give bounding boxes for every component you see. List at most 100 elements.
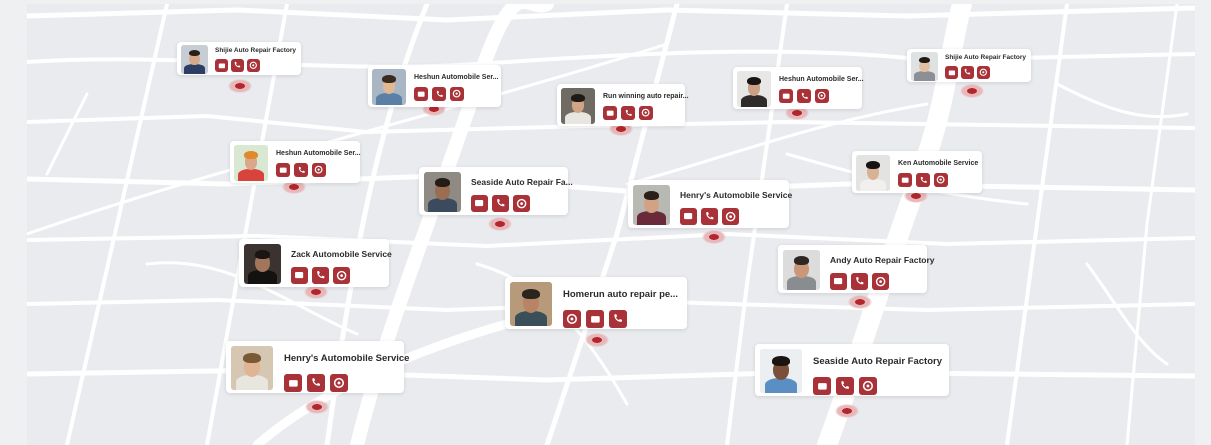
chat-button[interactable]	[247, 59, 260, 72]
listing-actions	[830, 273, 935, 290]
message-button[interactable]	[898, 173, 912, 187]
avatar	[424, 172, 461, 212]
chat-button[interactable]	[815, 89, 829, 103]
listing-info: Seaside Auto Repair Factory	[813, 349, 942, 395]
chat-icon	[513, 195, 530, 212]
message-icon	[830, 273, 847, 290]
phone-button[interactable]	[621, 106, 635, 120]
message-button[interactable]	[586, 310, 604, 328]
message-button[interactable]	[603, 106, 617, 120]
chat-button[interactable]	[859, 377, 877, 395]
phone-button[interactable]	[961, 66, 974, 79]
chat-button[interactable]	[639, 106, 653, 120]
listing-card[interactable]: Heshun Automobile Ser...	[368, 65, 501, 107]
phone-icon	[231, 59, 244, 72]
phone-button[interactable]	[609, 310, 627, 328]
message-button[interactable]	[215, 59, 228, 72]
listing-actions	[680, 208, 792, 225]
location-pin[interactable]	[488, 217, 512, 231]
screenshot: Shijie Auto Repair Factory Heshun Automob…	[0, 0, 1211, 445]
phone-icon	[621, 106, 635, 120]
location-pin[interactable]	[228, 79, 252, 93]
listing-actions	[563, 310, 678, 328]
message-icon	[813, 377, 831, 395]
message-button[interactable]	[414, 87, 428, 101]
phone-button[interactable]	[916, 173, 930, 187]
message-button[interactable]	[813, 377, 831, 395]
message-button[interactable]	[284, 374, 302, 392]
listing-actions	[291, 267, 392, 284]
avatar	[737, 71, 771, 107]
message-button[interactable]	[291, 267, 308, 284]
listing-card[interactable]: Henry's Automobile Service	[226, 341, 409, 393]
phone-icon	[836, 377, 854, 395]
phone-button[interactable]	[851, 273, 868, 290]
listing-name: Run winning auto repair...	[603, 93, 689, 100]
chat-icon	[639, 106, 653, 120]
message-button[interactable]	[945, 66, 958, 79]
listing-info: Homerun auto repair pe...	[563, 282, 678, 328]
listing-card[interactable]: Ken Automobile Service	[852, 151, 982, 193]
chat-icon	[330, 374, 348, 392]
chat-button[interactable]	[513, 195, 530, 212]
chat-button[interactable]	[312, 163, 326, 177]
phone-button[interactable]	[797, 89, 811, 103]
listing-info: Henry's Automobile Service	[284, 346, 409, 392]
listing-info: Seaside Auto Repair Fa...	[471, 172, 573, 212]
chat-button[interactable]	[563, 310, 581, 328]
listing-card[interactable]: Henry's Automobile Service	[628, 180, 792, 228]
message-button[interactable]	[471, 195, 488, 212]
phone-icon	[851, 273, 868, 290]
phone-icon	[432, 87, 446, 101]
listing-card[interactable]: Heshun Automobile Ser...	[733, 67, 864, 109]
location-pin[interactable]	[585, 333, 609, 347]
chat-button[interactable]	[872, 273, 889, 290]
chat-button[interactable]	[333, 267, 350, 284]
location-pin[interactable]	[960, 84, 984, 98]
listing-card[interactable]: Shijie Auto Repair Factory	[907, 49, 1031, 82]
phone-button[interactable]	[836, 377, 854, 395]
listing-card[interactable]: Heshun Automobile Ser...	[230, 141, 361, 183]
phone-button[interactable]	[312, 267, 329, 284]
phone-button[interactable]	[492, 195, 509, 212]
location-pin[interactable]	[304, 285, 328, 299]
phone-icon	[609, 310, 627, 328]
listing-info: Shijie Auto Repair Factory	[945, 52, 1026, 79]
location-pin[interactable]	[702, 230, 726, 244]
listing-card[interactable]: Shijie Auto Repair Factory	[177, 42, 301, 75]
listing-name: Heshun Automobile Ser...	[779, 76, 864, 83]
message-button[interactable]	[680, 208, 697, 225]
message-button[interactable]	[779, 89, 793, 103]
location-pin[interactable]	[835, 404, 859, 418]
chat-button[interactable]	[450, 87, 464, 101]
phone-button[interactable]	[231, 59, 244, 72]
chat-button[interactable]	[330, 374, 348, 392]
phone-button[interactable]	[432, 87, 446, 101]
phone-icon	[312, 267, 329, 284]
phone-button[interactable]	[701, 208, 718, 225]
phone-button[interactable]	[294, 163, 308, 177]
listing-name: Homerun auto repair pe...	[563, 289, 679, 300]
phone-button[interactable]	[307, 374, 325, 392]
message-icon	[276, 163, 290, 177]
chat-button[interactable]	[722, 208, 739, 225]
chat-button[interactable]	[977, 66, 990, 79]
listing-card[interactable]: Seaside Auto Repair Factory	[755, 344, 949, 396]
listing-card[interactable]: Andy Auto Repair Factory	[778, 245, 935, 293]
listing-name: Heshun Automobile Ser...	[414, 74, 499, 81]
listing-card[interactable]: Zack Automobile Service	[239, 239, 392, 287]
listing-card[interactable]: Seaside Auto Repair Fa...	[419, 167, 573, 215]
phone-icon	[797, 89, 811, 103]
message-button[interactable]	[830, 273, 847, 290]
chat-button[interactable]	[934, 173, 948, 187]
location-pin[interactable]	[848, 295, 872, 309]
listing-card[interactable]: Homerun auto repair pe...	[505, 277, 687, 329]
listing-card[interactable]: Run winning auto repair...	[557, 84, 689, 126]
listing-actions	[813, 377, 942, 395]
avatar	[783, 250, 820, 290]
listing-actions	[779, 89, 864, 103]
map-view[interactable]: Shijie Auto Repair Factory Heshun Automob…	[27, 4, 1195, 445]
location-pin[interactable]	[305, 400, 329, 414]
message-button[interactable]	[276, 163, 290, 177]
listing-actions	[898, 173, 978, 187]
